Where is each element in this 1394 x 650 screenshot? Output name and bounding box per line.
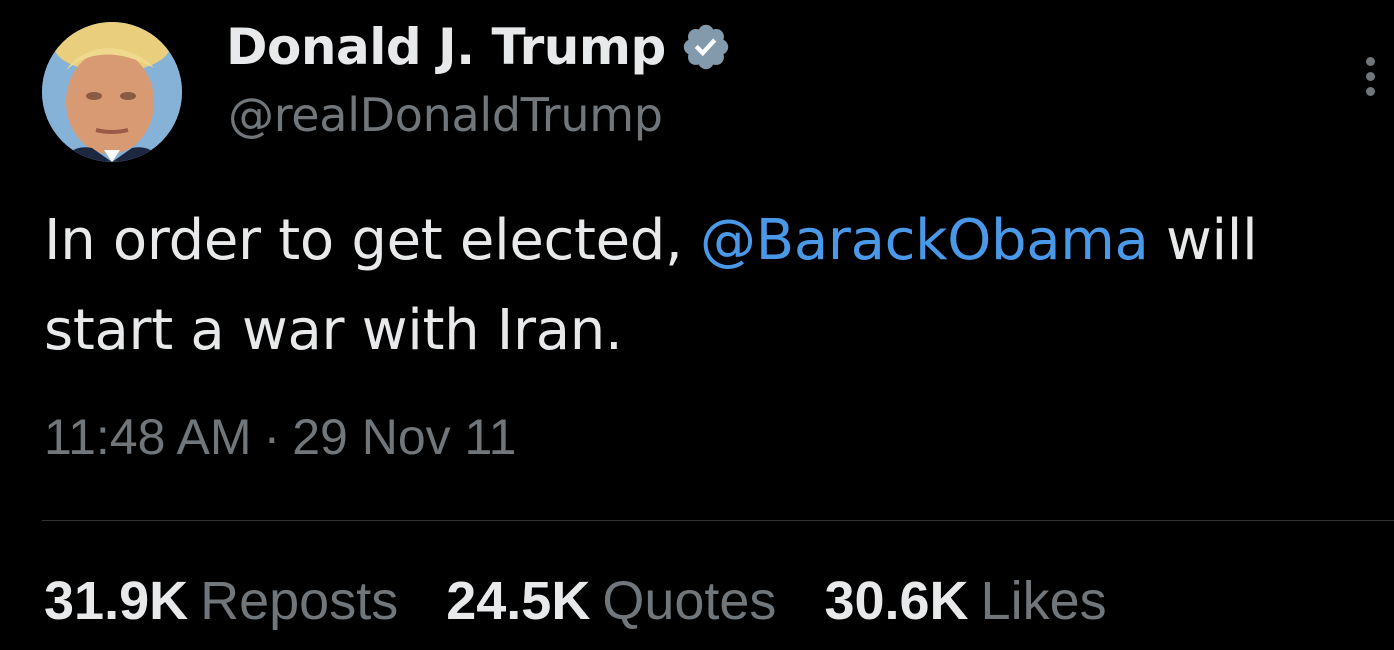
quotes-stat[interactable]: 24.5K Quotes	[446, 570, 776, 632]
quotes-label: Quotes	[602, 571, 777, 631]
author-name-row[interactable]: Donald J. Trump	[226, 12, 732, 82]
tweet-time[interactable]: 11:48 AM	[44, 408, 252, 466]
handle[interactable]: @realDonaldTrump	[228, 88, 663, 142]
likes-count: 30.6K	[824, 571, 969, 631]
timestamp-separator: ·	[263, 409, 281, 465]
mention-link[interactable]: @BarackObama	[700, 208, 1149, 273]
tweet-text: In order to get elected, @BarackObama wi…	[44, 196, 1384, 376]
divider	[42, 520, 1394, 521]
more-horizontal-icon	[1365, 71, 1375, 81]
tweet-text-before: In order to get elected,	[44, 208, 701, 273]
more-horizontal-icon	[1365, 86, 1375, 96]
reposts-stat[interactable]: 31.9K Reposts	[44, 570, 398, 632]
likes-stat[interactable]: 30.6K Likes	[824, 570, 1106, 632]
tweet-card: Donald J. Trump @realDonaldTrump In orde…	[0, 0, 1394, 650]
quotes-count: 24.5K	[446, 571, 591, 631]
reposts-count: 31.9K	[44, 571, 189, 631]
avatar[interactable]	[42, 22, 182, 162]
reposts-label: Reposts	[200, 571, 399, 631]
tweet-date[interactable]: 29 Nov 11	[292, 408, 516, 466]
more-options-button[interactable]	[1350, 48, 1390, 104]
likes-label: Likes	[980, 571, 1107, 631]
display-name[interactable]: Donald J. Trump	[226, 18, 666, 76]
tweet-timestamp[interactable]: 11:48 AM · 29 Nov 11	[44, 408, 516, 466]
engagement-stats: 31.9K Reposts 24.5K Quotes 30.6K Likes	[44, 570, 1155, 632]
avatar-image	[42, 22, 182, 162]
more-horizontal-icon	[1365, 56, 1375, 66]
verified-badge-icon	[683, 24, 729, 70]
